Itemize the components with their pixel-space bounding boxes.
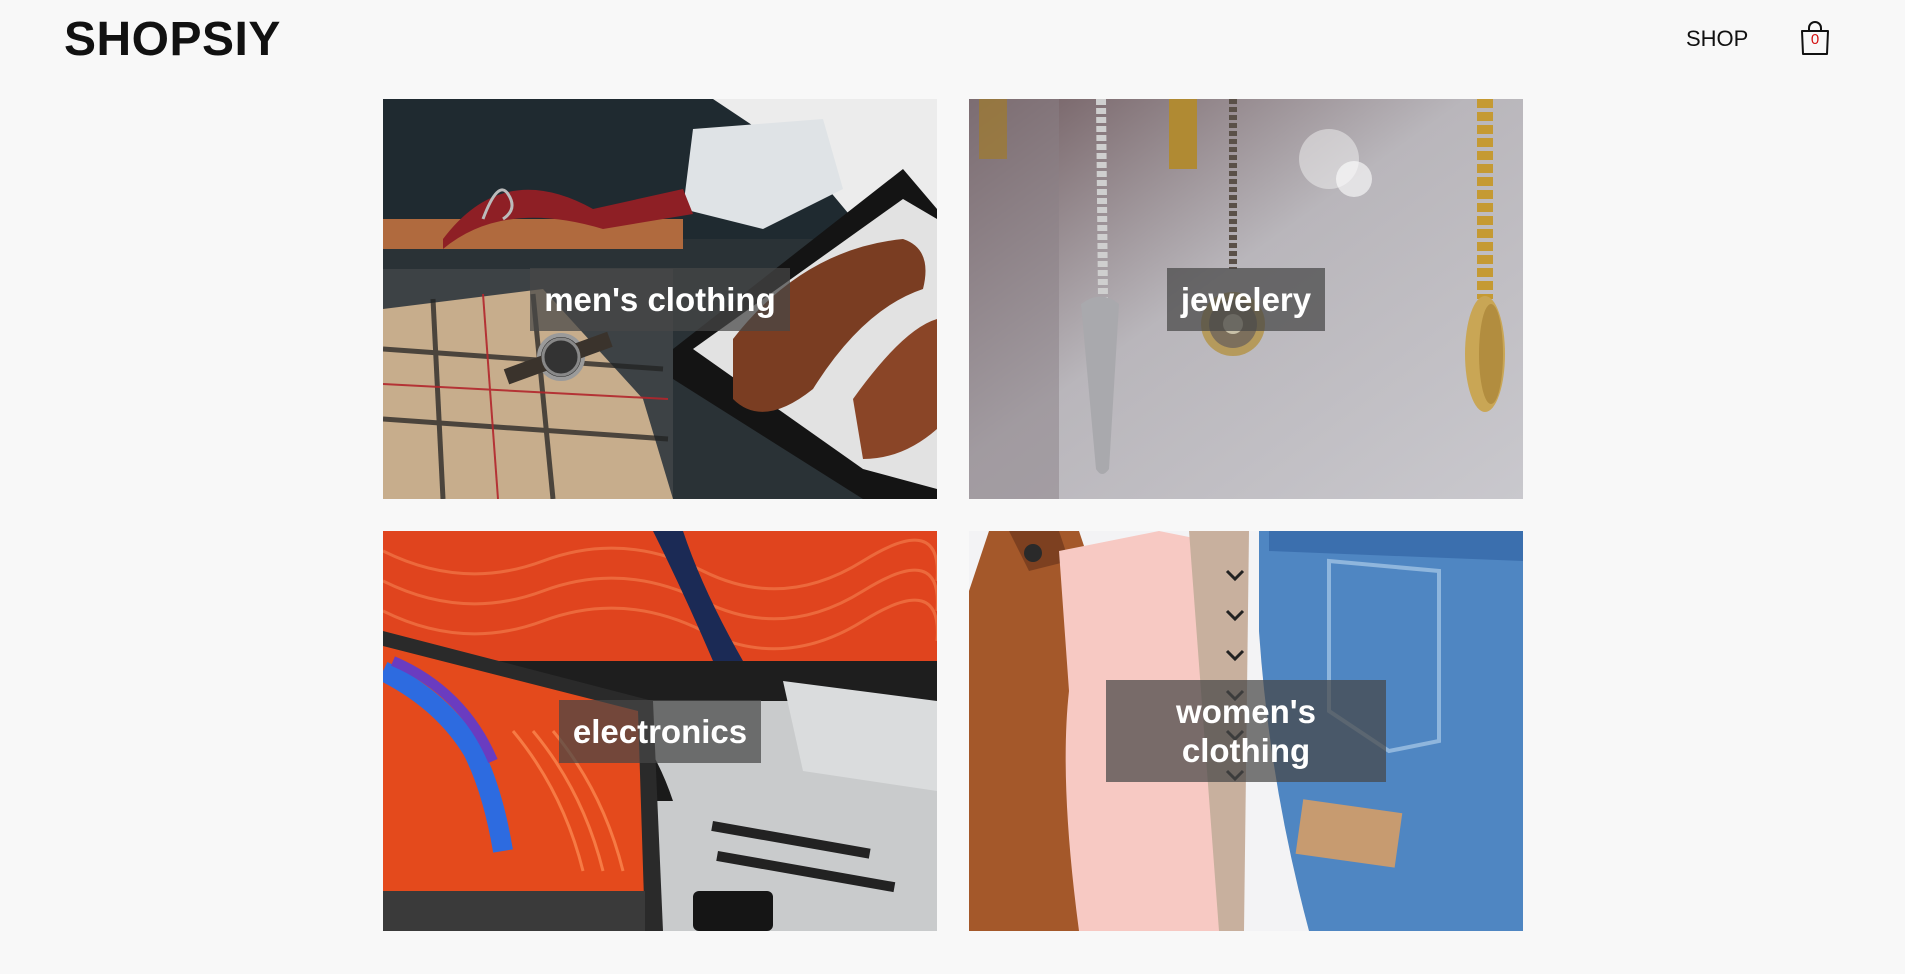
category-tile-mens-clothing[interactable]: men's clothing bbox=[383, 99, 937, 499]
jewelery-image bbox=[969, 99, 1523, 499]
category-tile-womens-clothing[interactable]: women's clothing bbox=[969, 531, 1523, 931]
cart-count-badge: 0 bbox=[1810, 31, 1820, 48]
nav-shop-link[interactable]: SHOP bbox=[1686, 26, 1748, 52]
header: SHOPSIY SHOP 0 bbox=[0, 0, 1905, 78]
mens-clothing-image bbox=[383, 99, 937, 499]
category-tile-jewelery[interactable]: jewelery bbox=[969, 99, 1523, 499]
logo[interactable]: SHOPSIY bbox=[64, 12, 281, 67]
category-tile-electronics[interactable]: electronics bbox=[383, 531, 937, 931]
womens-clothing-image bbox=[969, 531, 1523, 931]
cart-button[interactable]: 0 bbox=[1798, 20, 1832, 56]
electronics-image bbox=[383, 531, 937, 931]
